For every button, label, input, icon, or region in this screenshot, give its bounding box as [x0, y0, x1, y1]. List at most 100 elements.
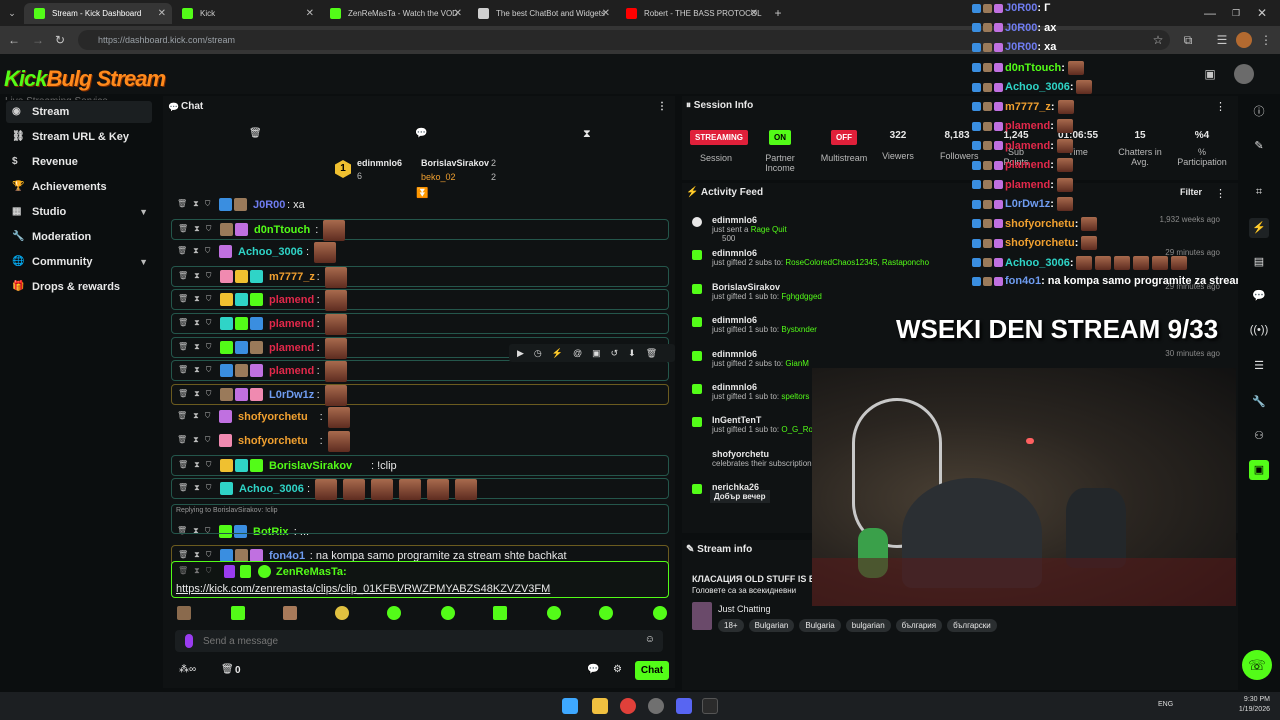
- chat-message-row[interactable]: 🗑⧗⛉ plamend:: [171, 360, 669, 383]
- tag-pill[interactable]: българия: [895, 619, 943, 632]
- category-name[interactable]: Just Chatting: [718, 604, 771, 614]
- message-author[interactable]: L0rDw1z: [269, 389, 314, 401]
- close-icon[interactable]: ✕: [602, 3, 610, 24]
- activity-user[interactable]: edinmnlo6: [712, 349, 1234, 359]
- sidebar-item-stream-url[interactable]: ⛓ Stream URL & Key: [6, 126, 152, 148]
- activity-target[interactable]: RoseColoredChaos12345, Rastaponcho: [785, 258, 929, 267]
- close-icon[interactable]: ✕: [306, 3, 314, 24]
- gear-icon[interactable]: ⚙: [613, 664, 622, 675]
- emote-icon[interactable]: [231, 606, 245, 620]
- mod-actions[interactable]: 🗑⧗⛉: [177, 411, 217, 421]
- leader1-name[interactable]: edinmnlo6: [357, 158, 402, 168]
- mod-actions[interactable]: 🗑⧗⛉: [177, 435, 217, 445]
- message-author[interactable]: shofyorchetu: [238, 435, 308, 447]
- mod-actions[interactable]: 🗑⧗⛉: [178, 271, 218, 281]
- clock-date[interactable]: 1/19/2026: [1216, 706, 1270, 713]
- chat-icon[interactable]: 💬: [1249, 286, 1269, 306]
- mod-actions[interactable]: 🗑⧗⛉: [178, 294, 218, 304]
- reload-icon[interactable]: ↻: [52, 32, 68, 48]
- info-icon[interactable]: ⓘ: [1249, 102, 1269, 122]
- mod-actions[interactable]: 🗑⧗⛉: [178, 483, 218, 493]
- leader2-name[interactable]: BorislavSirakov: [421, 158, 489, 168]
- back-icon[interactable]: ←: [6, 32, 22, 48]
- highlighted-message[interactable]: 🗑⧗⛉ ZenReMasTa: https://kick.com/zenrema…: [171, 561, 669, 598]
- message-author[interactable]: m7777_z: [269, 271, 315, 283]
- chat-message-input[interactable]: [203, 632, 633, 650]
- hourglass-icon[interactable]: ⧗: [583, 128, 591, 141]
- mod-actions[interactable]: 🗑⧗⛉: [178, 550, 218, 560]
- activity-target[interactable]: Bystxnder: [781, 325, 817, 334]
- emote-icon[interactable]: [547, 606, 561, 620]
- windows-start-icon[interactable]: [562, 698, 578, 714]
- tab-stream-dashboard[interactable]: Stream - Kick Dashboard ✕: [24, 3, 172, 24]
- sidebar-item-moderation[interactable]: 🔧 Moderation: [6, 226, 152, 248]
- sidebar-item-community[interactable]: 🌐 Community ▼: [6, 251, 152, 273]
- new-tab-icon[interactable]: +: [770, 5, 786, 21]
- message-author[interactable]: shofyorchetu: [238, 411, 308, 423]
- message-author[interactable]: plamend: [269, 342, 314, 354]
- message-author[interactable]: Achoo_3006: [238, 246, 303, 258]
- chat-message-row[interactable]: 🗑⧗⛉ d0nTtouch:: [171, 218, 669, 241]
- emote-icon[interactable]: [599, 606, 613, 620]
- file-explorer-icon[interactable]: [592, 698, 608, 714]
- sidebar-item-drops[interactable]: 🎁 Drops & rewards: [6, 276, 152, 298]
- viewer-list-icon[interactable]: ⁂∞: [179, 664, 196, 675]
- camera-icon[interactable]: ⌗: [1249, 182, 1269, 202]
- message-author[interactable]: plamend: [269, 365, 314, 377]
- list-icon[interactable]: ☰: [1249, 356, 1269, 376]
- tab-search-icon[interactable]: ⌄: [4, 5, 20, 21]
- tab-youtube[interactable]: Robert - THE BASS PROTOCOL ✕: [616, 3, 764, 24]
- off-pill[interactable]: OFF: [831, 130, 857, 145]
- share-icon[interactable]: ⚇: [1249, 426, 1269, 446]
- emoji-picker-icon[interactable]: ☺: [645, 634, 655, 645]
- support-chat-icon[interactable]: ☏: [1242, 650, 1272, 680]
- message-author[interactable]: plamend: [269, 294, 314, 306]
- emote-icon[interactable]: [653, 606, 667, 620]
- mod-actions[interactable]: 🗑⧗⛉: [177, 199, 217, 209]
- terminal-icon[interactable]: [702, 698, 718, 714]
- chat-message-row[interactable]: 🗑⧗⛉ BorislavSirakov: !clip: [171, 454, 669, 476]
- activity-target[interactable]: speltors: [781, 392, 809, 401]
- chat-send-button[interactable]: Chat: [635, 661, 669, 680]
- message-author[interactable]: Achoo_3006: [239, 483, 304, 495]
- close-icon[interactable]: ✕: [158, 3, 166, 24]
- message-author[interactable]: d0nTtouch: [254, 224, 310, 236]
- message-author[interactable]: ZenReMasTa:: [276, 566, 347, 578]
- reply-message-row[interactable]: Replying to BorislavSirakov: !clip: [171, 504, 669, 534]
- tag-pill[interactable]: Bulgarian: [748, 619, 795, 632]
- tab-zenremasta[interactable]: ZenReMasTa - Watch the VOD ✕: [320, 3, 468, 24]
- clip-link[interactable]: https://kick.com/zenremasta/clips/clip_0…: [176, 583, 550, 595]
- emote-icon[interactable]: [177, 606, 191, 620]
- activity-target[interactable]: Fghgdgged: [781, 292, 821, 301]
- sidebar-item-achievements[interactable]: 🏆 Achievements: [6, 176, 152, 198]
- tab-chatbot[interactable]: The best ChatBot and Widgets ✕: [468, 3, 616, 24]
- emote-icon[interactable]: [283, 606, 297, 620]
- tag-pill[interactable]: Bulgaria: [799, 619, 841, 632]
- broadcast-icon[interactable]: ((•)): [1249, 320, 1269, 340]
- activity-target[interactable]: Rage Quit: [751, 225, 787, 234]
- chrome-icon[interactable]: [620, 698, 636, 714]
- language-indicator[interactable]: ENG: [1158, 701, 1173, 708]
- tag-pill[interactable]: 18+: [718, 619, 744, 632]
- tab-kick[interactable]: Kick ✕: [172, 3, 320, 24]
- mod-actions[interactable]: 🗑⧗⛉: [178, 365, 218, 375]
- chat-settings-icon[interactable]: 💬: [587, 664, 599, 675]
- emote-icon[interactable]: [335, 606, 349, 620]
- brand-logo[interactable]: KickBulg Stream: [4, 66, 166, 92]
- chat-message-row[interactable]: 🗑⧗⛉ plamend:: [171, 313, 669, 335]
- mod-actions[interactable]: 🗑⧗⛉: [178, 224, 218, 234]
- chat-message-row[interactable]: 🗑⧗⛉ shofyorchetu:: [171, 431, 669, 452]
- chat-menu-dots-icon[interactable]: ⋮: [657, 96, 667, 118]
- wrench-icon[interactable]: 🔧: [1249, 392, 1269, 412]
- message-action-toolbar[interactable]: ▶◷⚡@▣↺⬇🗑: [509, 344, 675, 362]
- tag-pill[interactable]: bulgarian: [845, 619, 891, 632]
- emote-icon[interactable]: [441, 606, 455, 620]
- activity-item[interactable]: edinmnlo6 just gifted 2 subs to: GianM 30 …: [692, 349, 1234, 368]
- mod-actions[interactable]: 🗑⧗⛉: [178, 460, 218, 470]
- chat-message-row[interactable]: 🗑⧗⛉ plamend:: [171, 289, 669, 312]
- leader3-name[interactable]: beko_02: [421, 172, 456, 182]
- discord-icon[interactable]: [676, 698, 692, 714]
- chat-message-row[interactable]: 🗑⧗⛉ shofyorchetu:: [171, 407, 669, 429]
- green-app-icon[interactable]: ▣: [1249, 460, 1269, 480]
- chat-message-row[interactable]: 🗑⧗⛉ Achoo_3006:: [171, 478, 669, 501]
